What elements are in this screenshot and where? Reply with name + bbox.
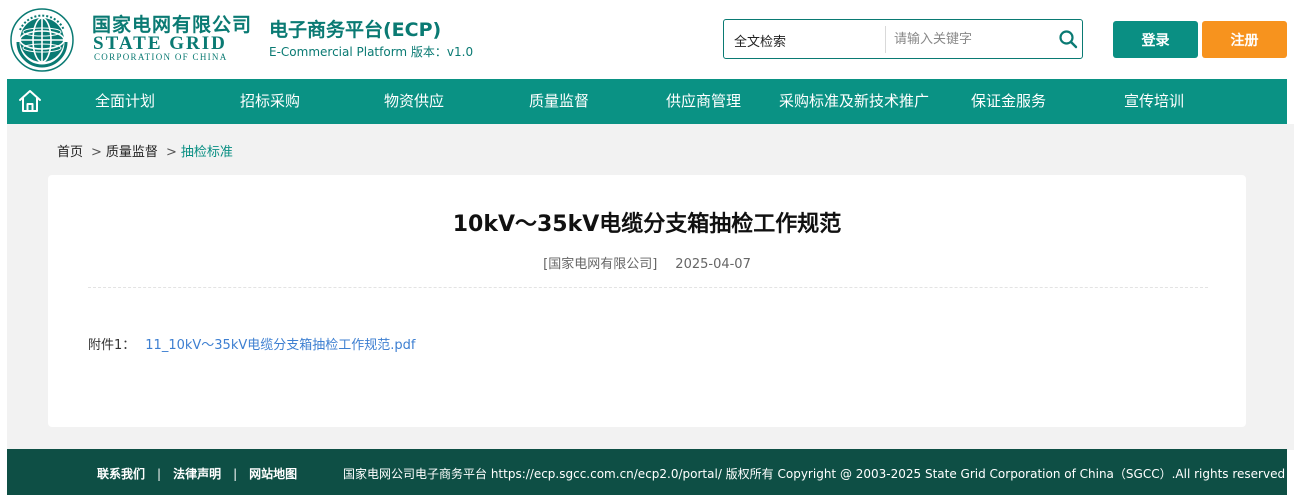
search-box: 全文检索 xyxy=(723,19,1083,59)
state-grid-emblem-icon[interactable] xyxy=(10,8,74,72)
home-icon[interactable] xyxy=(17,88,43,114)
attachment-label: 附件1： xyxy=(88,338,136,353)
attachment-row: 附件1： 11_10kV～35kV电缆分支箱抽检工作规范.pdf xyxy=(88,334,415,353)
article-source: [国家电网有限公司] xyxy=(543,257,658,272)
footer-separator: | xyxy=(157,467,162,481)
main-nav: 全面计划 招标采购 物资供应 质量监督 供应商管理 采购标准及新技术推广 保证金… xyxy=(7,79,1287,124)
nav-item-publicity-training[interactable]: 宣传培训 xyxy=(1124,79,1184,124)
nav-item-quality-supervision[interactable]: 质量监督 xyxy=(529,79,589,124)
search-divider xyxy=(885,26,886,53)
breadcrumb-current[interactable]: 抽检标准 xyxy=(181,145,233,160)
breadcrumb-quality-supervision[interactable]: 质量监督 xyxy=(106,145,158,160)
breadcrumb-separator: > xyxy=(165,145,177,160)
article-card: 10kV～35kV电缆分支箱抽检工作规范 [国家电网有限公司] 2025-04-0… xyxy=(48,175,1246,427)
article-meta: [国家电网有限公司] 2025-04-07 xyxy=(48,253,1246,272)
footer-link-sitemap[interactable]: 网站地图 xyxy=(249,467,297,481)
nav-item-bidding-procurement[interactable]: 招标采购 xyxy=(240,79,300,124)
nav-item-supplier-management[interactable]: 供应商管理 xyxy=(666,79,741,124)
breadcrumb-separator: > xyxy=(91,145,102,160)
site-footer: 联系我们 | 法律声明 | 网站地图 国家电网公司电子商务平台 https://ecp.… xyxy=(7,449,1287,495)
search-input[interactable] xyxy=(894,27,1049,52)
footer-link-legal[interactable]: 法律声明 xyxy=(173,467,221,481)
nav-item-material-supply[interactable]: 物资供应 xyxy=(384,79,444,124)
login-button[interactable]: 登录 xyxy=(1113,21,1198,58)
site-header: 国家电网有限公司 STATE GRID CORPORATION OF CHINA… xyxy=(0,0,1294,79)
article-title: 10kV～35kV电缆分支箱抽检工作规范 xyxy=(452,212,842,237)
platform-title: 电子商务平台(ECP) xyxy=(269,19,442,41)
nav-item-deposit-service[interactable]: 保证金服务 xyxy=(971,79,1046,124)
article-date: 2025-04-07 xyxy=(675,257,751,272)
register-button[interactable]: 注册 xyxy=(1202,21,1287,58)
footer-copyright: 国家电网公司电子商务平台 https://ecp.sgcc.com.cn/ecp… xyxy=(343,467,1286,481)
attachment-link[interactable]: 11_10kV～35kV电缆分支箱抽检工作规范.pdf xyxy=(145,338,415,353)
search-scope-select[interactable]: 全文检索 xyxy=(734,31,786,50)
logo-english-subtitle: CORPORATION OF CHINA xyxy=(94,52,228,62)
nav-item-procurement-standards[interactable]: 采购标准及新技术推广 xyxy=(779,79,929,124)
footer-links: 联系我们 | 法律声明 | 网站地图 xyxy=(97,465,297,482)
search-icon[interactable] xyxy=(1058,29,1078,49)
nav-item-overall-plan[interactable]: 全面计划 xyxy=(95,79,155,124)
footer-separator: | xyxy=(233,467,238,481)
article-divider xyxy=(88,287,1208,288)
breadcrumb: 首页 > 质量监督 > 抽检标准 xyxy=(57,141,237,160)
footer-link-contact[interactable]: 联系我们 xyxy=(97,467,145,481)
breadcrumb-home[interactable]: 首页 xyxy=(57,145,83,160)
platform-subtitle: E-Commercial Platform 版本：v1.0 xyxy=(269,45,474,59)
